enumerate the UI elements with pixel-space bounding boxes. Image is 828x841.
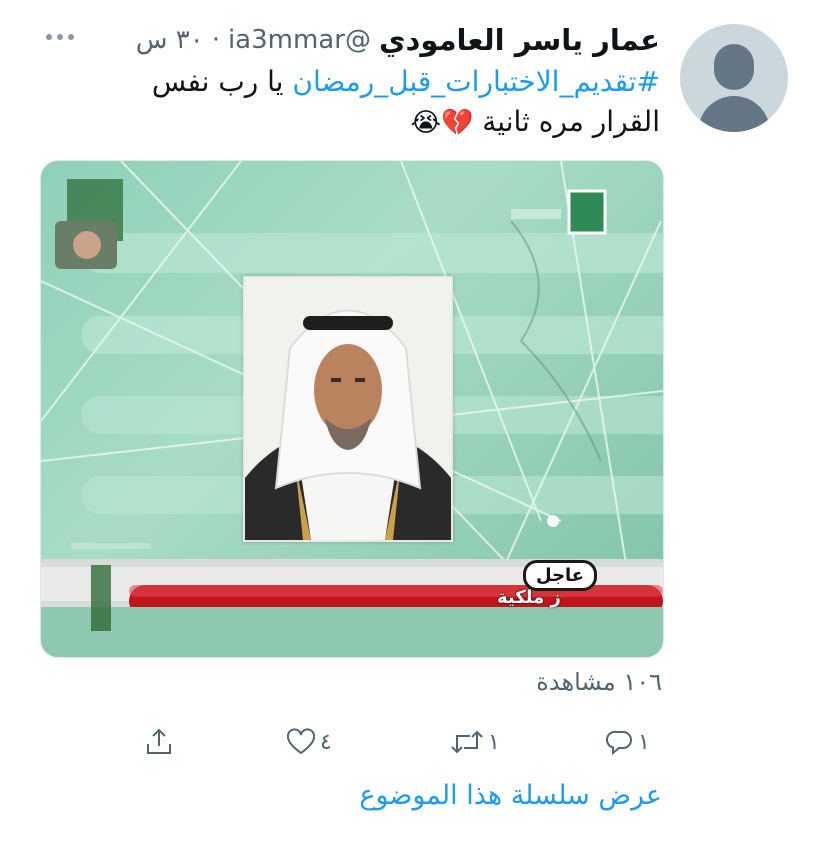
like-count: ٤ [320,729,332,755]
reply-count: ١ [638,729,650,755]
portrait-photo [243,276,453,542]
tweet-text-line1: يا رب نفس [151,65,293,98]
tweet-media-image[interactable]: عاجل ز ملكية [40,160,664,658]
user-handle[interactable]: @ia3mmar [228,25,371,55]
reply-icon [606,730,632,756]
tweet-text-line2: القرار مره ثانية [473,105,660,138]
avatar[interactable] [680,24,788,132]
retweet-count: ١ [488,729,500,755]
separator-dot: · [211,25,220,55]
emoji-text: 💔😭 [410,108,474,138]
retweet-icon [451,730,483,754]
tweet-text: #تقديم_الاختبارات_قبل_رمضان يا رب نفس ال… [60,62,660,143]
share-icon [147,728,171,754]
tweet-card[interactable]: عمار ياسر العامودي @ia3mmar · ٣٠ س #تقدي… [0,0,828,841]
display-name[interactable]: عمار ياسر العامودي [379,23,660,57]
tweet-header: عمار ياسر العامودي @ia3mmar · ٣٠ س [136,20,660,60]
hashtag-link[interactable]: #تقديم_الاختبارات_قبل_رمضان [292,65,660,98]
retweet-button[interactable]: ١ [450,724,500,760]
avatar-placeholder-head [714,44,754,90]
avatar-placeholder-body [698,96,770,132]
ticker-text: ز ملكية [497,587,561,608]
reply-button[interactable]: ١ [606,724,650,760]
share-button[interactable] [144,724,174,760]
heart-icon [286,728,316,755]
like-button[interactable]: ٤ [286,724,332,760]
view-count: ١٠٦ مشاهدة [536,668,662,696]
more-icon[interactable] [40,22,80,52]
timestamp[interactable]: ٣٠ س [136,25,204,55]
show-thread-link[interactable]: عرض سلسلة هذا الموضوع [359,780,662,811]
